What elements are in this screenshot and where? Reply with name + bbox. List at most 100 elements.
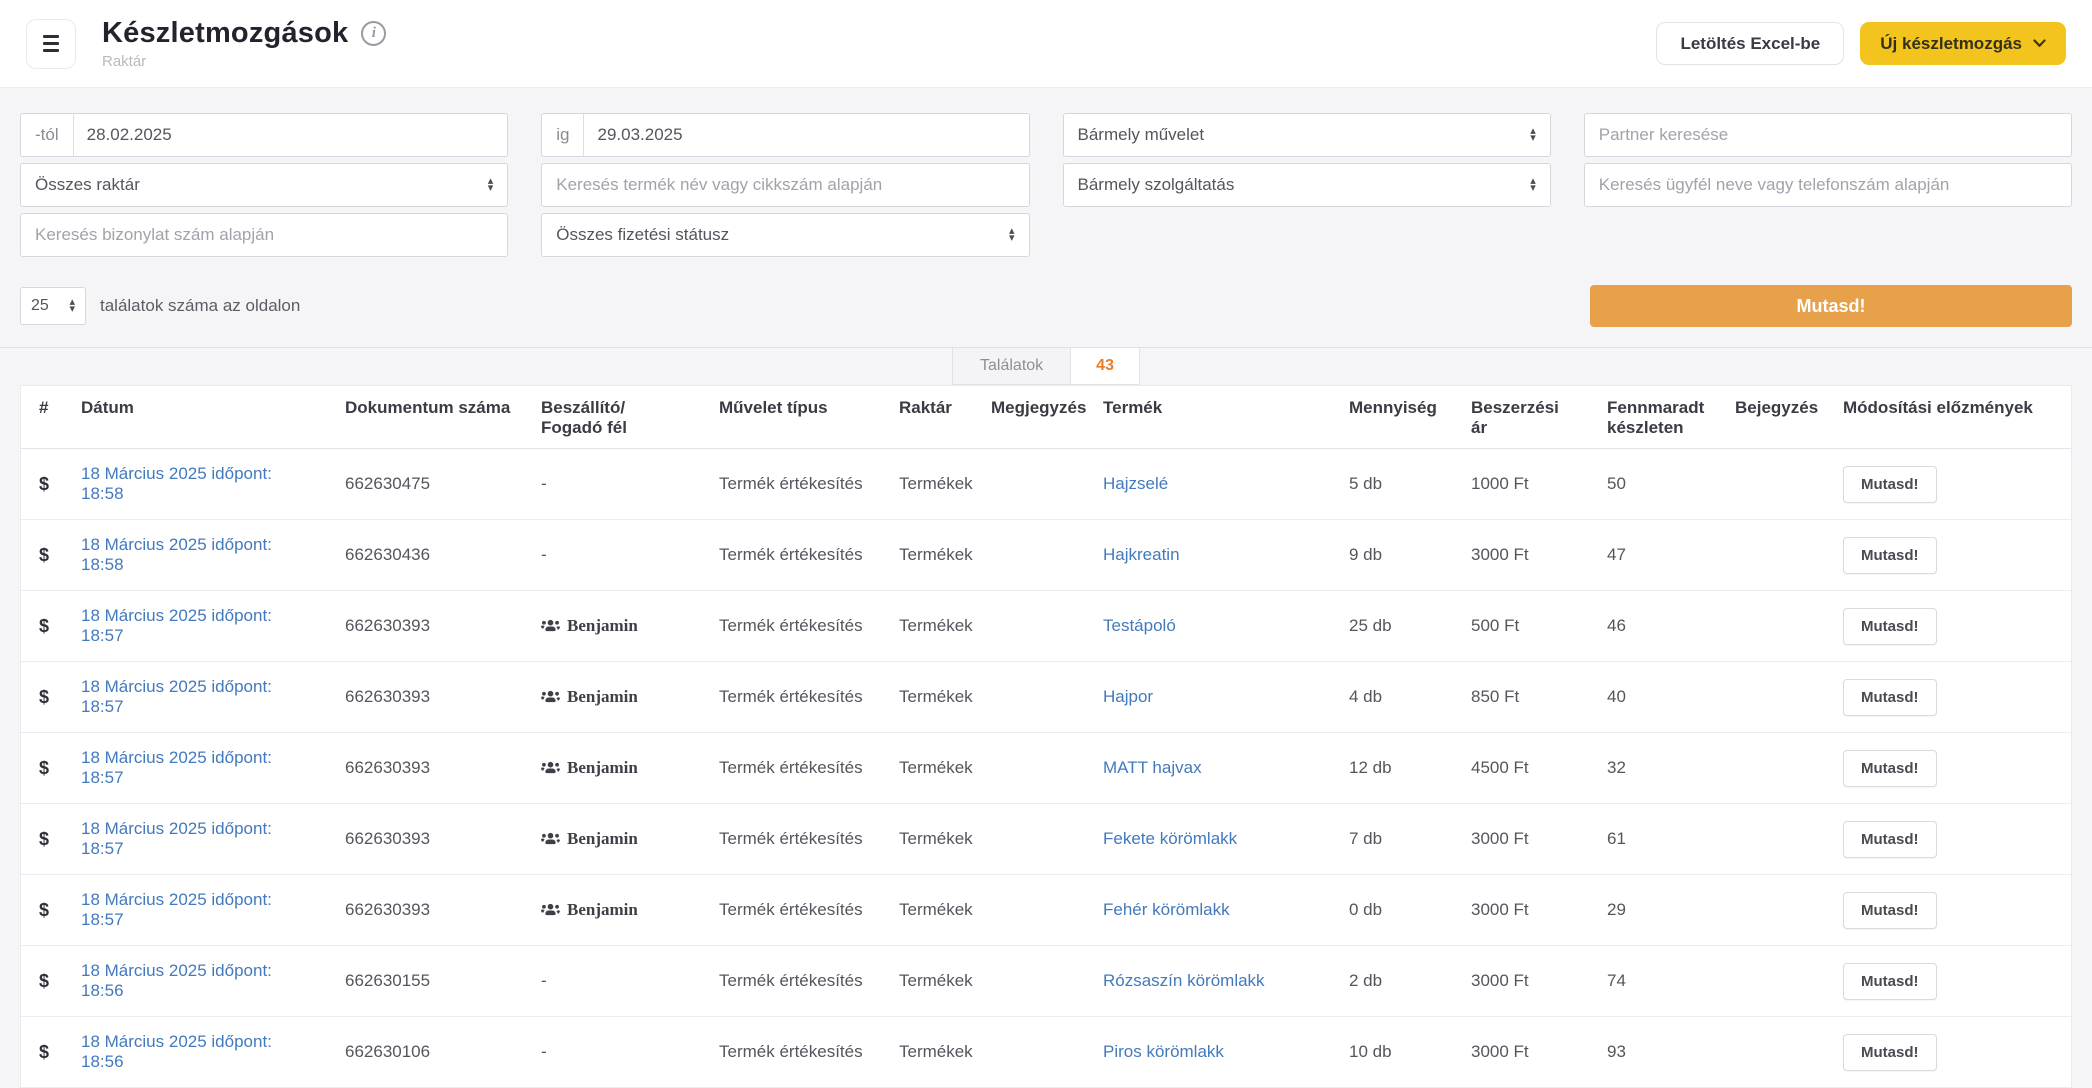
cell-purchase-price: 1000 Ft [1457,449,1593,520]
date-from-field: -tól [20,113,508,157]
cell-date: 18 Március 2025 időpont: 18:57 [67,591,331,662]
cell-note [977,591,1089,662]
partner-search-input[interactable] [1584,113,2072,157]
title-block: Készletmozgások i Raktár [102,17,386,70]
date-link[interactable]: 18 Március 2025 időpont: 18:57 [81,677,272,716]
cell-history: Mutasd! [1829,449,2071,520]
cell-quantity: 4 db [1335,662,1457,733]
partner-name: Benjamin [567,616,638,635]
cell-currency: $ [21,520,67,591]
date-link[interactable]: 18 Március 2025 időpont: 18:58 [81,535,272,574]
cell-product: Hajpor [1089,662,1335,733]
cell-operation-type: Termék értékesítés [705,946,885,1017]
service-select-value: Bármely szolgáltatás [1078,175,1235,195]
results-tab[interactable]: Találatok [952,348,1071,385]
cell-warehouse: Termékek [885,520,977,591]
cell-history: Mutasd! [1829,946,2071,1017]
show-history-button[interactable]: Mutasd! [1843,1034,1937,1071]
cell-history: Mutasd! [1829,662,2071,733]
receipt-search-input[interactable] [20,213,508,257]
date-link[interactable]: 18 Március 2025 időpont: 18:57 [81,748,272,787]
date-to-input[interactable] [584,114,1028,156]
cell-currency: $ [21,804,67,875]
info-icon[interactable]: i [361,21,386,46]
table-row: $18 Március 2025 időpont: 18:57662630393… [21,733,2071,804]
operation-select[interactable]: Bármely művelet ▴▾ [1063,113,1551,157]
date-link[interactable]: 18 Március 2025 időpont: 18:57 [81,606,272,645]
column-header-12: Módosítási előzmények [1829,386,2071,449]
menu-button[interactable] [26,19,76,69]
cell-currency: $ [21,875,67,946]
show-history-button[interactable]: Mutasd! [1843,750,1937,787]
product-link[interactable]: Testápoló [1103,616,1176,635]
column-header-11: Bejegyzés [1721,386,1829,449]
product-link[interactable]: Hajkreatin [1103,545,1180,564]
column-header-10: Fennmaradt készleten [1593,386,1721,449]
table-row: $18 Március 2025 időpont: 18:58662630475… [21,449,2071,520]
product-link[interactable]: Piros körömlakk [1103,1042,1224,1061]
cell-purchase-price: 850 Ft [1457,662,1593,733]
show-history-button[interactable]: Mutasd! [1843,892,1937,929]
product-link[interactable]: MATT hajvax [1103,758,1202,777]
cell-entry [1721,804,1829,875]
show-history-button[interactable]: Mutasd! [1843,466,1937,503]
cell-warehouse: Termékek [885,875,977,946]
date-link[interactable]: 18 Március 2025 időpont: 18:56 [81,961,272,1000]
cell-document-number: 662630393 [331,591,527,662]
cell-warehouse: Termékek [885,804,977,875]
dollar-icon: $ [39,900,49,920]
cell-remaining-stock: 29 [1593,875,1721,946]
select-arrows-icon: ▴▾ [1009,228,1015,242]
cell-warehouse: Termékek [885,662,977,733]
show-history-button[interactable]: Mutasd! [1843,821,1937,858]
cell-partner: Benjamin [527,662,705,733]
service-select[interactable]: Bármely szolgáltatás ▴▾ [1063,163,1551,207]
cell-note [977,946,1089,1017]
product-search-input[interactable] [541,163,1029,207]
cell-document-number: 662630393 [331,662,527,733]
date-link[interactable]: 18 Március 2025 időpont: 18:56 [81,1032,272,1071]
download-excel-button[interactable]: Letöltés Excel-be [1656,22,1844,65]
new-stock-movement-label: Új készletmozgás [1880,34,2022,54]
show-history-button[interactable]: Mutasd! [1843,963,1937,1000]
date-from-input[interactable] [74,114,508,156]
show-results-button[interactable]: Mutasd! [1590,285,2072,327]
show-history-button[interactable]: Mutasd! [1843,679,1937,716]
cell-quantity: 9 db [1335,520,1457,591]
cell-operation-type: Termék értékesítés [705,449,885,520]
page-size-select[interactable]: 25 ▴▾ [20,287,86,325]
product-link[interactable]: Fehér körömlakk [1103,900,1230,919]
product-link[interactable]: Hajzselé [1103,474,1168,493]
table-body: $18 Március 2025 időpont: 18:58662630475… [21,449,2071,1088]
cell-note [977,520,1089,591]
cell-operation-type: Termék értékesítés [705,520,885,591]
column-header-3: Beszállító/ Fogadó fél [527,386,705,449]
results-count-badge[interactable]: 43 [1070,348,1140,385]
cell-history: Mutasd! [1829,520,2071,591]
table-row: $18 Március 2025 időpont: 18:57662630393… [21,804,2071,875]
cell-quantity: 0 db [1335,875,1457,946]
customer-search-input[interactable] [1584,163,2072,207]
cell-partner: - [527,946,705,1017]
warehouse-select[interactable]: Összes raktár ▴▾ [20,163,508,207]
page-size-value: 25 [31,297,49,315]
cell-warehouse: Termékek [885,733,977,804]
date-link[interactable]: 18 Március 2025 időpont: 18:58 [81,464,272,503]
payment-status-select[interactable]: Összes fizetési státusz ▴▾ [541,213,1029,257]
show-history-button[interactable]: Mutasd! [1843,608,1937,645]
product-link[interactable]: Rózsaszín körömlakk [1103,971,1265,990]
table-row: $18 Március 2025 időpont: 18:57662630393… [21,875,2071,946]
new-stock-movement-button[interactable]: Új készletmozgás [1860,22,2066,65]
column-header-8: Mennyiség [1335,386,1457,449]
date-link[interactable]: 18 Március 2025 időpont: 18:57 [81,819,272,858]
cell-quantity: 10 db [1335,1017,1457,1088]
date-link[interactable]: 18 Március 2025 időpont: 18:57 [81,890,272,929]
product-link[interactable]: Hajpor [1103,687,1153,706]
cell-date: 18 Március 2025 időpont: 18:56 [67,1017,331,1088]
cell-entry [1721,449,1829,520]
cell-entry [1721,662,1829,733]
cell-partner: Benjamin [527,875,705,946]
select-arrows-icon: ▴▾ [1530,178,1536,192]
product-link[interactable]: Fekete körömlakk [1103,829,1237,848]
show-history-button[interactable]: Mutasd! [1843,537,1937,574]
